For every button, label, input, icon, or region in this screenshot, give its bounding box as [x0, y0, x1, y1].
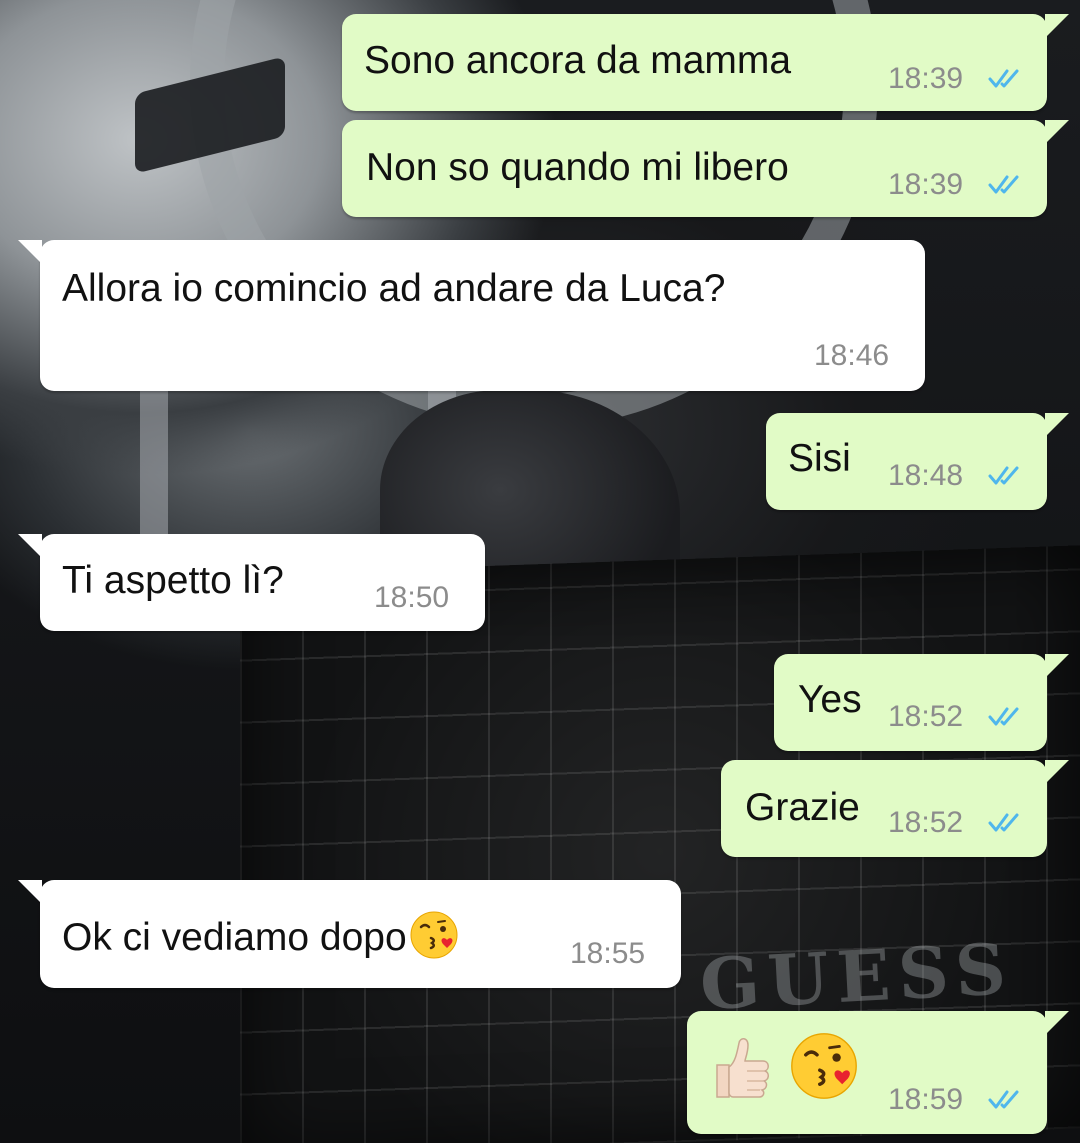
- chat-message-list[interactable]: Sono ancora da mamma 18:39 Non so quando…: [0, 0, 1080, 1143]
- message-text: Ti aspetto lì?: [62, 559, 284, 602]
- thumbs-up-icon: [716, 1038, 769, 1098]
- message-bubble-outgoing[interactable]: 18:59: [687, 1011, 1069, 1134]
- message-bubble-outgoing[interactable]: Yes 18:52: [774, 654, 1069, 751]
- message-time: 18:48: [888, 459, 964, 492]
- message-time: 18:59: [888, 1083, 964, 1116]
- message-text: Grazie: [745, 786, 860, 829]
- message-text: Allora io comincio ad andare da Luca?: [62, 267, 726, 310]
- message-time: 18:46: [814, 339, 890, 372]
- message-time: 18:52: [888, 700, 964, 733]
- message-text: Sisi: [788, 437, 851, 480]
- message-text: Non so quando mi libero: [366, 146, 789, 189]
- message-time: 18:39: [888, 62, 964, 95]
- read-receipt-icon: [988, 707, 1019, 726]
- message-bubble-incoming[interactable]: Ti aspetto lì? 18:50: [18, 534, 485, 631]
- message-bubble-incoming[interactable]: Allora io comincio ad andare da Luca? 18…: [18, 240, 925, 391]
- face-blowing-kiss-icon: [410, 911, 458, 959]
- message-bubble-outgoing[interactable]: Non so quando mi libero 18:39: [342, 120, 1069, 217]
- message-text: Sono ancora da mamma: [364, 39, 792, 82]
- read-receipt-icon: [988, 466, 1019, 485]
- message-bubble-incoming[interactable]: Ok ci vediamo dopo 18:55: [18, 880, 681, 988]
- message-time: 18:52: [888, 806, 964, 839]
- read-receipt-icon: [988, 1090, 1019, 1109]
- message-time: 18:50: [374, 581, 450, 614]
- message-bubble-outgoing[interactable]: Grazie 18:52: [721, 760, 1069, 857]
- message-text-content: Ok ci vediamo dopo: [62, 916, 407, 959]
- read-receipt-icon: [988, 175, 1019, 194]
- face-blowing-kiss-icon: [791, 1033, 857, 1099]
- message-bubble-outgoing[interactable]: Sisi 18:48: [766, 413, 1069, 510]
- read-receipt-icon: [988, 813, 1019, 832]
- message-text: Ok ci vediamo dopo: [62, 910, 459, 961]
- read-receipt-icon: [988, 69, 1019, 88]
- message-text: Yes: [798, 678, 862, 721]
- message-time: 18:39: [888, 168, 964, 201]
- message-time: 18:55: [570, 937, 646, 970]
- message-bubble-outgoing[interactable]: Sono ancora da mamma 18:39: [342, 14, 1069, 111]
